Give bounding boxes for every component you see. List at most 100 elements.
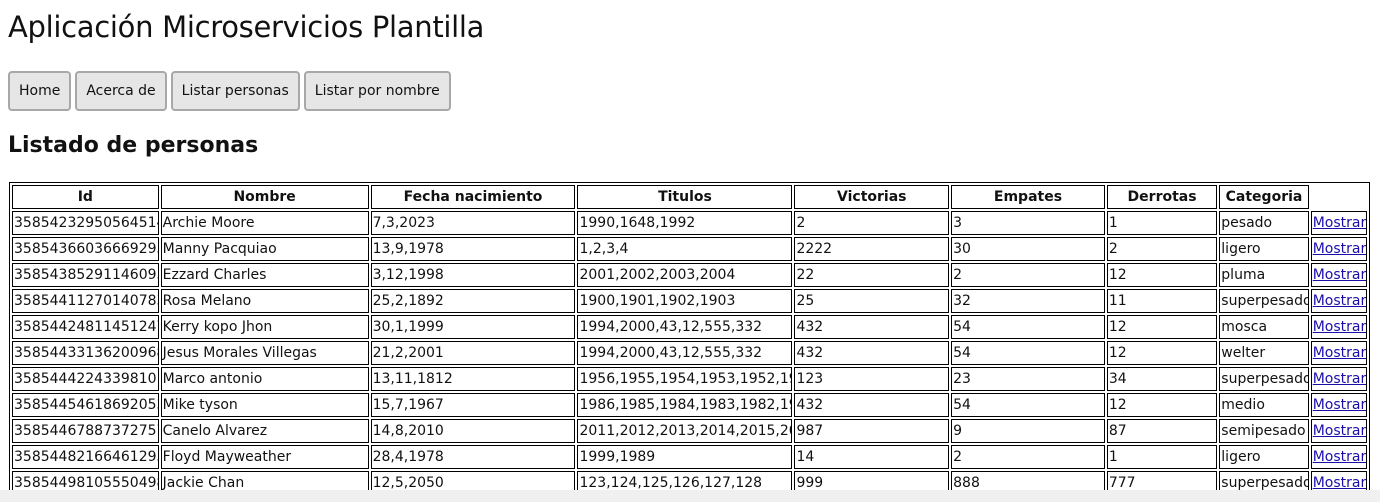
table-cell: semipesado bbox=[1219, 419, 1309, 443]
table-cell: 22 bbox=[794, 263, 950, 287]
table-cell: Manny Pacquiao bbox=[160, 237, 369, 261]
column-header: Nombre bbox=[160, 185, 369, 209]
table-cell: 358544678873727578 bbox=[12, 419, 159, 443]
show-link[interactable]: Mostrar bbox=[1313, 319, 1366, 335]
table-cell: 1956,1955,1954,1953,1952,1961 bbox=[577, 367, 793, 391]
page-heading: Listado de personas bbox=[8, 133, 259, 158]
table-cell: 358544546186920537 bbox=[12, 393, 159, 417]
table-cell: Ezzard Charles bbox=[160, 263, 369, 287]
action-cell: Mostrar bbox=[1310, 289, 1367, 313]
table-cell: superpesado bbox=[1219, 367, 1309, 391]
nav-about-button[interactable]: Acerca de bbox=[75, 71, 167, 111]
column-header: Fecha nacimiento bbox=[370, 185, 576, 209]
table-cell: 1,2,3,4 bbox=[577, 237, 793, 261]
table-cell: 432 bbox=[794, 341, 950, 365]
table-cell: 2 bbox=[1106, 237, 1218, 261]
table-cell: 1900,1901,1902,1903 bbox=[577, 289, 793, 313]
table-cell: welter bbox=[1219, 341, 1309, 365]
table-cell: 358544821664612954 bbox=[12, 445, 159, 469]
table-cell: 3,12,1998 bbox=[370, 263, 576, 287]
table-cell: 358542329505645145 bbox=[12, 211, 159, 235]
table-cell: 432 bbox=[794, 315, 950, 339]
show-link[interactable]: Mostrar bbox=[1313, 241, 1366, 257]
table-cell: 432 bbox=[794, 393, 950, 417]
table-cell: 11 bbox=[1106, 289, 1218, 313]
table-cell: pluma bbox=[1219, 263, 1309, 287]
app-title: Aplicación Microservicios Plantilla bbox=[8, 10, 485, 44]
action-cell: Mostrar bbox=[1310, 315, 1367, 339]
table-row: 358544248114512474 Kerry kopo Jhon 30,1,19… bbox=[12, 315, 1367, 339]
table-cell: 9 bbox=[951, 419, 1105, 443]
table-cell: 2222 bbox=[794, 237, 950, 261]
action-cell: Mostrar bbox=[1310, 367, 1367, 391]
action-cell: Mostrar bbox=[1310, 341, 1367, 365]
column-header: Categoria bbox=[1219, 185, 1309, 209]
table-row: 358542329505645145 Archie Moore 7,3,2023 19… bbox=[12, 211, 1367, 235]
table-cell: 23 bbox=[951, 367, 1105, 391]
table-row: 358544422433981018 Marco antonio 13,11,181… bbox=[12, 367, 1367, 391]
action-cell: Mostrar bbox=[1310, 445, 1367, 469]
table-cell: 32 bbox=[951, 289, 1105, 313]
table-cell: 54 bbox=[951, 341, 1105, 365]
table-cell: Marco antonio bbox=[160, 367, 369, 391]
action-cell: Mostrar bbox=[1310, 263, 1367, 287]
nav-list-people-button[interactable]: Listar personas bbox=[170, 71, 300, 111]
show-link[interactable]: Mostrar bbox=[1313, 475, 1366, 491]
show-link[interactable]: Mostrar bbox=[1313, 215, 1366, 231]
column-header: Titulos bbox=[577, 185, 793, 209]
action-cell: Mostrar bbox=[1310, 393, 1367, 417]
show-link[interactable]: Mostrar bbox=[1313, 423, 1366, 439]
table-cell: 25,2,1892 bbox=[370, 289, 576, 313]
show-link[interactable]: Mostrar bbox=[1313, 397, 1366, 413]
table-cell: Kerry kopo Jhon bbox=[160, 315, 369, 339]
table-cell: 14,8,2010 bbox=[370, 419, 576, 443]
column-header: Victorias bbox=[794, 185, 950, 209]
table-cell: 1999,1989 bbox=[577, 445, 793, 469]
table-cell: 358544422433981018 bbox=[12, 367, 159, 391]
table-row: 358544821664612954 Floyd Mayweather 28,4,1… bbox=[12, 445, 1367, 469]
table-cell: 358544331362009689 bbox=[12, 341, 159, 365]
table-body: 358542329505645145 Archie Moore 7,3,2023 19… bbox=[12, 211, 1367, 495]
table-cell: Mike tyson bbox=[160, 393, 369, 417]
table-cell: 2 bbox=[794, 211, 950, 235]
table-cell: 28,4,1978 bbox=[370, 445, 576, 469]
table-cell: 1994,2000,43,12,555,332 bbox=[577, 341, 793, 365]
table-cell: 358544112701407833 bbox=[12, 289, 159, 313]
table-cell: 13,11,1812 bbox=[370, 367, 576, 391]
table-cell: 54 bbox=[951, 393, 1105, 417]
table-row: 358544678873727578 Canelo Alvarez 14,8,201… bbox=[12, 419, 1367, 443]
table-cell: superpesado bbox=[1219, 289, 1309, 313]
column-header: Empates bbox=[951, 185, 1105, 209]
table-cell: 1990,1648,1992 bbox=[577, 211, 793, 235]
nav-list-by-name-button[interactable]: Listar por nombre bbox=[303, 71, 451, 111]
table-row: 358544546186920537 Mike tyson 15,7,1967 198… bbox=[12, 393, 1367, 417]
table-row: 358543660366692954 Manny Pacquiao 13,9,197… bbox=[12, 237, 1367, 261]
horizontal-scrollbar[interactable] bbox=[0, 490, 1380, 502]
table-cell: 2 bbox=[951, 263, 1105, 287]
show-link[interactable]: Mostrar bbox=[1313, 449, 1366, 465]
table-cell: 21,2,2001 bbox=[370, 341, 576, 365]
table-cell: ligero bbox=[1219, 445, 1309, 469]
table-cell: 12 bbox=[1106, 393, 1218, 417]
show-link[interactable]: Mostrar bbox=[1313, 267, 1366, 283]
nav-home-button[interactable]: Home bbox=[8, 71, 72, 111]
table-cell: 34 bbox=[1106, 367, 1218, 391]
table-cell: 15,7,1967 bbox=[370, 393, 576, 417]
action-cell: Mostrar bbox=[1310, 237, 1367, 261]
table-cell: ligero bbox=[1219, 237, 1309, 261]
show-link[interactable]: Mostrar bbox=[1313, 371, 1366, 387]
show-link[interactable]: Mostrar bbox=[1313, 345, 1366, 361]
table-cell: 987 bbox=[794, 419, 950, 443]
app-window: Aplicación Microservicios Plantilla Home… bbox=[0, 0, 1380, 502]
table-cell: Rosa Melano bbox=[160, 289, 369, 313]
table-cell: 123 bbox=[794, 367, 950, 391]
table-cell: 12 bbox=[1106, 341, 1218, 365]
table-cell: 1 bbox=[1106, 445, 1218, 469]
table-cell: 12 bbox=[1106, 315, 1218, 339]
show-link[interactable]: Mostrar bbox=[1313, 293, 1366, 309]
table-cell: 3 bbox=[951, 211, 1105, 235]
table-row: 358544331362009689 Jesus Morales Villegas… bbox=[12, 341, 1367, 365]
column-header bbox=[1311, 185, 1367, 209]
action-cell: Mostrar bbox=[1310, 419, 1367, 443]
table-cell: 358544248114512474 bbox=[12, 315, 159, 339]
